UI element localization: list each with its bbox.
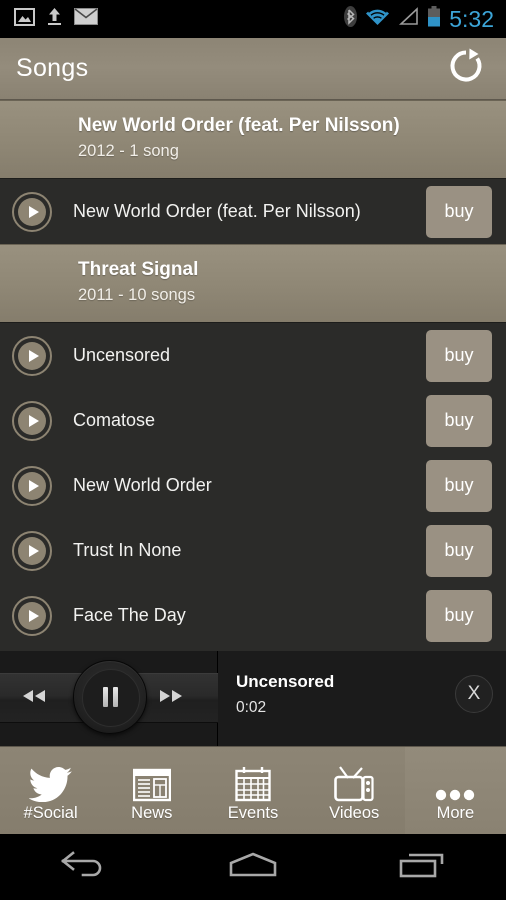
buy-button[interactable]: buy	[426, 185, 492, 238]
play-button[interactable]	[12, 595, 52, 636]
tab-label: More	[436, 803, 475, 822]
refresh-icon	[447, 47, 485, 90]
transport-controls	[0, 651, 218, 746]
buy-button[interactable]: buy	[426, 394, 492, 447]
back-arrow-icon	[59, 850, 109, 885]
tab-events[interactable]: Events	[202, 747, 303, 834]
email-icon	[74, 8, 98, 30]
play-button[interactable]	[12, 335, 52, 376]
tab-videos[interactable]: Videos	[304, 747, 405, 834]
home-icon	[226, 850, 280, 885]
calendar-icon	[235, 764, 271, 802]
upload-icon	[46, 7, 63, 31]
close-icon: X	[467, 683, 481, 704]
next-button[interactable]	[141, 674, 201, 724]
buy-button[interactable]: buy	[426, 524, 492, 577]
table-row[interactable]: New World Order buy	[0, 453, 506, 518]
album-header: New World Order (feat. Per Nilsson) 2012…	[0, 100, 506, 179]
album-title: Threat Signal	[78, 259, 199, 280]
tab-news[interactable]: News	[101, 747, 202, 834]
table-row[interactable]: Trust In None buy	[0, 518, 506, 583]
play-icon	[18, 341, 46, 370]
tab-social[interactable]: #Social	[0, 747, 101, 834]
tab-label: #Social	[23, 803, 78, 822]
android-nav-bar	[0, 834, 506, 900]
play-icon	[18, 536, 46, 565]
status-bar-notifications	[0, 7, 98, 31]
player-bar: Uncensored 0:02 X	[0, 651, 506, 746]
play-icon	[18, 197, 46, 226]
tab-more[interactable]: More	[404, 747, 506, 834]
page-title: Songs	[16, 54, 89, 82]
song-title: Face The Day	[73, 605, 186, 625]
play-button[interactable]	[12, 191, 52, 232]
play-button[interactable]	[12, 530, 52, 571]
album-meta: 2011 - 10 songs	[78, 285, 196, 304]
song-title: Trust In None	[73, 540, 182, 560]
rewind-icon	[19, 688, 49, 709]
buy-button[interactable]: buy	[426, 589, 492, 642]
home-button[interactable]	[207, 834, 299, 900]
table-row[interactable]: Comatose buy	[0, 388, 506, 453]
status-bar-system-icons: 5:32	[344, 6, 506, 32]
play-icon	[18, 471, 46, 500]
song-title: New World Order (feat. Per Nilsson)	[73, 201, 361, 221]
app-header: Songs	[0, 38, 506, 100]
wifi-icon	[365, 7, 390, 31]
tab-label: News	[131, 803, 173, 822]
back-button[interactable]	[38, 834, 130, 900]
play-button[interactable]	[12, 465, 52, 506]
song-title: New World Order	[73, 475, 212, 495]
pause-button[interactable]	[73, 660, 147, 734]
album-header: Threat Signal 2011 - 10 songs	[0, 244, 506, 323]
tab-label: Videos	[329, 803, 380, 822]
pause-icon	[102, 687, 118, 707]
status-bar-clock: 5:32	[449, 5, 494, 32]
play-button[interactable]	[12, 400, 52, 441]
table-row[interactable]: Uncensored buy	[0, 323, 506, 388]
table-row[interactable]: New World Order (feat. Per Nilsson) buy	[0, 179, 506, 244]
recent-apps-button[interactable]	[376, 834, 468, 900]
refresh-button[interactable]	[444, 47, 488, 91]
table-row[interactable]: Face The Day buy	[0, 583, 506, 648]
newspaper-icon	[132, 764, 171, 802]
play-icon	[18, 601, 46, 630]
buy-button[interactable]: buy	[426, 329, 492, 382]
buy-button[interactable]: buy	[426, 459, 492, 512]
play-icon	[18, 406, 46, 435]
fast-forward-icon	[156, 688, 186, 709]
song-title: Uncensored	[73, 345, 171, 365]
television-icon	[334, 764, 374, 802]
song-list[interactable]: New World Order (feat. Per Nilsson) 2012…	[0, 100, 506, 651]
close-player-button[interactable]: X	[455, 675, 493, 713]
album-meta: 2012 - 1 song	[78, 141, 179, 160]
status-bar: 5:32	[0, 0, 506, 38]
image-icon	[14, 7, 35, 31]
bottom-tab-bar: #Social News Events Videos More	[0, 746, 506, 834]
battery-icon	[427, 6, 441, 32]
song-title: Comatose	[73, 410, 156, 430]
tab-label: Events	[227, 803, 279, 822]
ellipsis-icon	[435, 764, 475, 802]
bluetooth-icon	[344, 6, 358, 32]
cell-signal-icon	[398, 7, 419, 31]
album-title: New World Order (feat. Per Nilsson)	[78, 115, 400, 136]
android-app-screen: 5:32 Songs New World Order (feat. Per Ni…	[0, 0, 506, 900]
previous-button[interactable]	[4, 674, 64, 724]
recent-apps-icon	[397, 850, 447, 885]
now-playing-info: Uncensored 0:02 X	[218, 651, 506, 746]
twitter-bird-icon	[28, 764, 73, 802]
